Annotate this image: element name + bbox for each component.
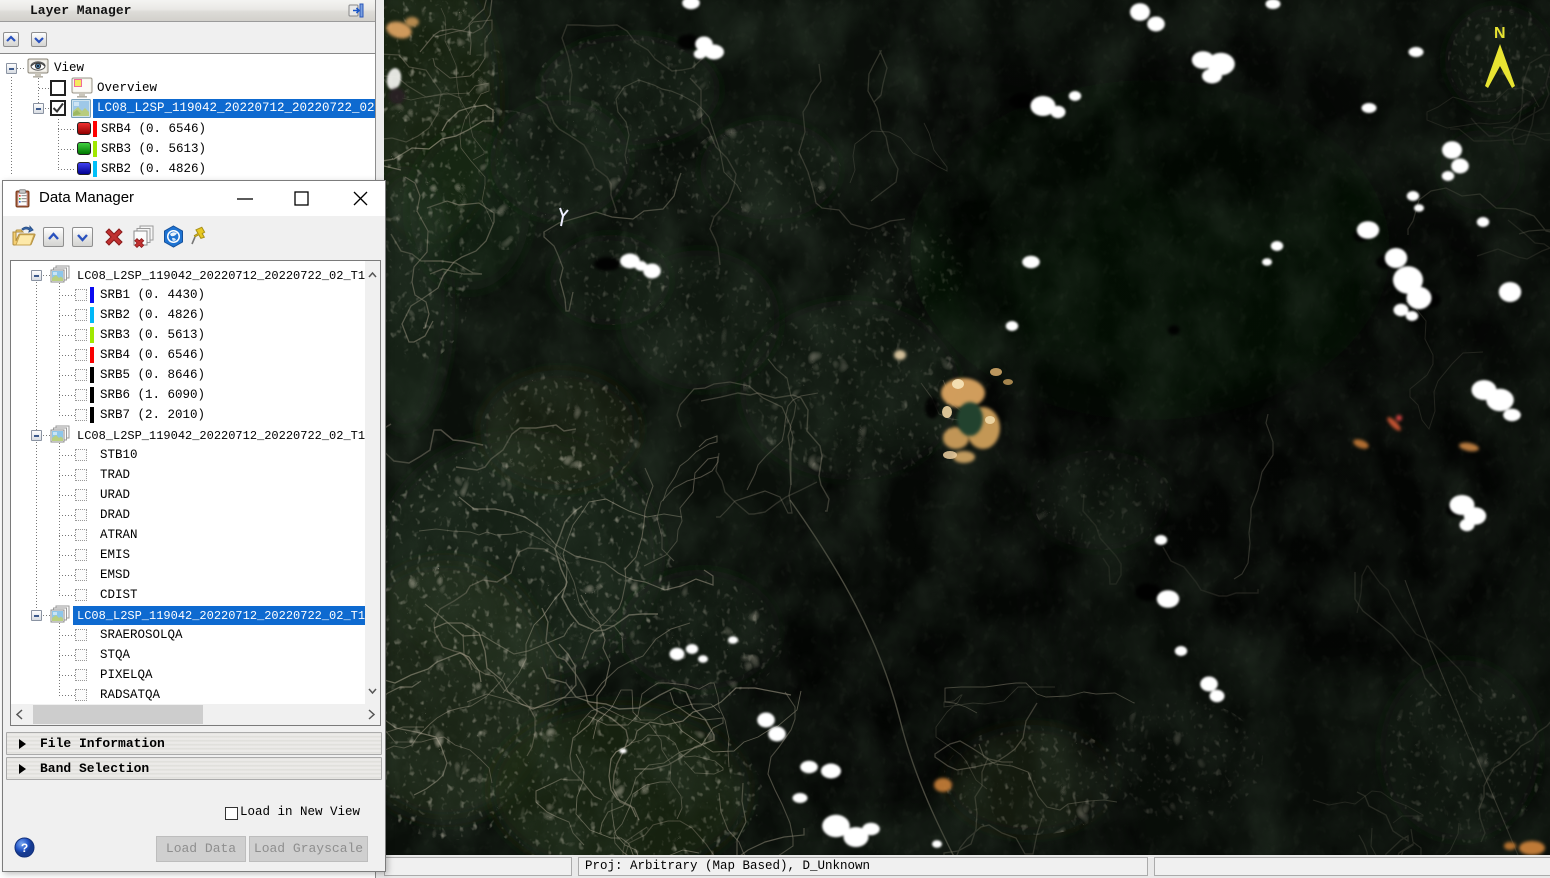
svg-text:N: N	[1494, 25, 1506, 42]
svg-text:?: ?	[21, 841, 28, 855]
